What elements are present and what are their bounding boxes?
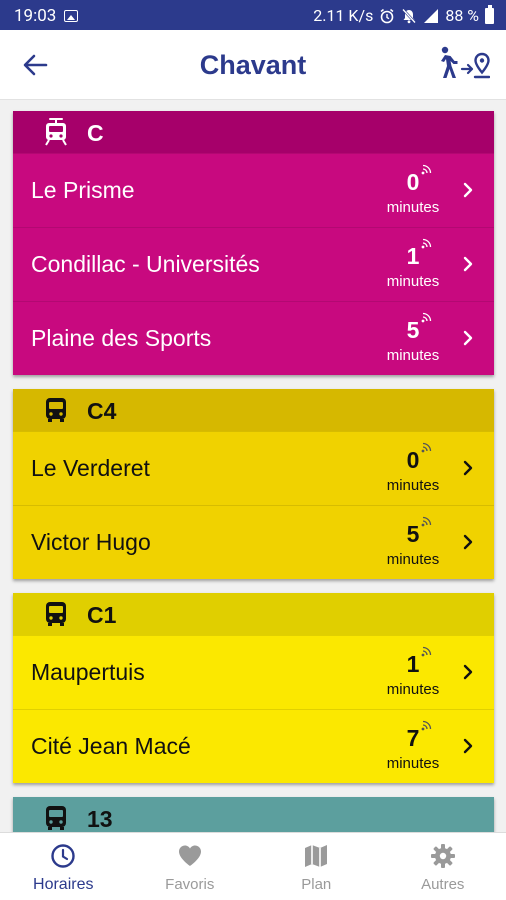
realtime-icon	[421, 442, 432, 453]
tab-label: Horaires	[33, 876, 94, 893]
wait-time: 0 minutes	[373, 164, 453, 216]
battery-percent: 88 %	[445, 6, 479, 25]
departure-row[interactable]: Victor Hugo 5 minutes	[13, 505, 494, 579]
tab-autres[interactable]: Autres	[380, 833, 506, 900]
line-name: C4	[87, 398, 117, 424]
wait-time: 1 minutes	[373, 238, 453, 290]
minutes-value: 0	[406, 169, 420, 195]
chevron-right-icon	[463, 534, 473, 550]
destination: Maupertuis	[31, 659, 145, 685]
line-name: C1	[87, 602, 117, 628]
wait-time: 7 minutes	[373, 720, 453, 772]
minutes-value: 7	[406, 725, 420, 751]
destination: Condillac - Universités	[31, 251, 260, 277]
status-bar: 19:03 2.11 K/s 88 %	[0, 0, 506, 30]
line-header: 13	[13, 797, 494, 832]
minutes-value: 0	[406, 447, 420, 473]
gear-icon	[430, 844, 455, 868]
wait-time: 1 minutes	[373, 646, 453, 698]
alarm-icon	[380, 8, 394, 23]
chevron-right-icon	[463, 738, 473, 754]
line-name: C	[87, 120, 104, 146]
departure-row[interactable]: Le Prisme 0 minutes	[13, 153, 494, 227]
signal-icon	[424, 8, 439, 23]
chevron-right-icon	[463, 256, 473, 272]
chevron-right-icon	[463, 664, 473, 680]
clock-icon	[51, 844, 75, 868]
wait-time: 5 minutes	[373, 516, 453, 568]
minutes-unit: minutes	[386, 477, 440, 494]
minutes-value: 1	[406, 651, 420, 677]
heart-icon	[178, 845, 201, 866]
walk-to-stop-icon[interactable]	[436, 46, 490, 82]
tram-icon	[45, 118, 67, 146]
destination: Le Prisme	[31, 177, 135, 203]
departure-row[interactable]: Le Verderet 0 minutes	[13, 431, 494, 505]
tab-label: Plan	[301, 876, 332, 893]
departures-list: C Le Prisme 0 minutes Condillac - Univer…	[0, 101, 506, 832]
minutes-unit: minutes	[386, 273, 440, 290]
tab-favoris[interactable]: Favoris	[127, 833, 254, 900]
line-card-c1: C1 Maupertuis 1 minutes Cité Jean Macé 7…	[13, 593, 494, 783]
tab-horaires[interactable]: Horaires	[0, 833, 127, 900]
minutes-unit: minutes	[386, 199, 440, 216]
bottom-tab-bar: Horaires Favoris Plan Autres	[0, 832, 506, 900]
line-header: C	[13, 111, 494, 153]
destination: Victor Hugo	[31, 529, 151, 555]
line-name: 13	[87, 806, 113, 832]
departure-row[interactable]: Cité Jean Macé 7 minutes	[13, 709, 494, 783]
mute-bell-icon	[402, 8, 417, 23]
image-notification-icon	[64, 10, 79, 22]
bus-icon	[46, 602, 66, 626]
page-title: Chavant	[199, 50, 307, 80]
realtime-icon	[421, 646, 432, 657]
realtime-icon	[421, 720, 432, 731]
bus-icon	[46, 398, 66, 422]
destination: Le Verderet	[31, 455, 150, 481]
line-card-c4: C4 Le Verderet 0 minutes Victor Hugo 5 m…	[13, 389, 494, 579]
realtime-icon	[421, 164, 432, 175]
departure-row[interactable]: Plaine des Sports 5 minutes	[13, 301, 494, 375]
minutes-unit: minutes	[386, 681, 440, 698]
status-time: 19:03	[14, 6, 57, 26]
minutes-unit: minutes	[386, 755, 440, 772]
tab-plan[interactable]: Plan	[253, 833, 380, 900]
realtime-icon	[421, 516, 432, 527]
destination: Plaine des Sports	[31, 325, 212, 351]
minutes-value: 5	[406, 317, 420, 343]
realtime-icon	[421, 238, 432, 249]
chevron-right-icon	[463, 330, 473, 346]
destination: Cité Jean Macé	[31, 733, 191, 759]
departure-row[interactable]: Condillac - Universités 1 minutes	[13, 227, 494, 301]
battery-icon	[485, 4, 494, 24]
minutes-value: 5	[406, 521, 420, 547]
wait-time: 0 minutes	[373, 442, 453, 494]
line-card-13: 13	[13, 797, 494, 832]
line-card-c: C Le Prisme 0 minutes Condillac - Univer…	[13, 111, 494, 375]
departure-row[interactable]: Maupertuis 1 minutes	[13, 635, 494, 709]
chevron-right-icon	[463, 182, 473, 198]
tab-label: Autres	[421, 876, 465, 893]
realtime-icon	[421, 312, 432, 323]
app-bar: Chavant	[0, 30, 506, 100]
bus-icon	[46, 806, 66, 830]
minutes-value: 1	[406, 243, 420, 269]
line-header: C4	[13, 389, 494, 431]
minutes-unit: minutes	[386, 551, 440, 568]
minutes-unit: minutes	[386, 347, 440, 364]
tab-label: Favoris	[165, 876, 215, 893]
network-speed: 2.11 K/s	[313, 6, 374, 25]
map-icon	[305, 845, 328, 867]
line-header: C1	[13, 593, 494, 635]
wait-time: 5 minutes	[373, 312, 453, 364]
chevron-right-icon	[463, 460, 473, 476]
